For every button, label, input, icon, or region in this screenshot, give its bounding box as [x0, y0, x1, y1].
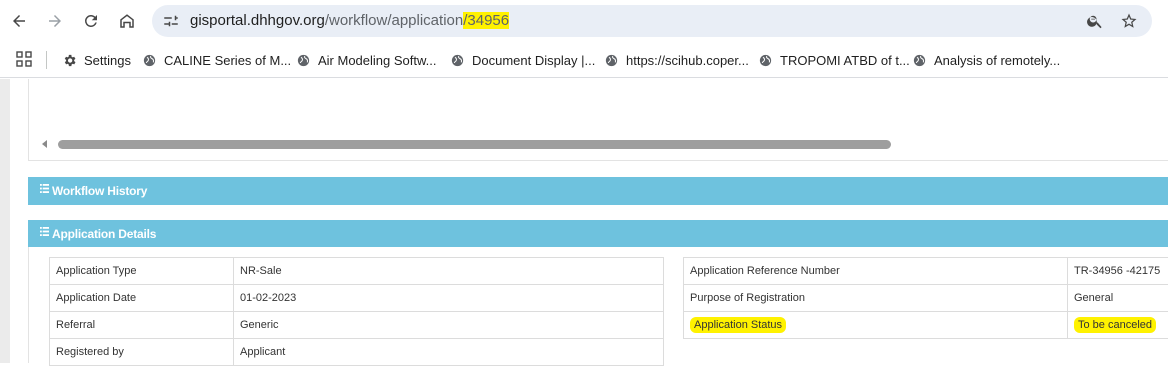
gear-icon — [62, 53, 77, 68]
bookmark-label: Analysis of remotely... — [934, 53, 1060, 68]
bookmark-document-display[interactable]: Document Display |... — [450, 51, 595, 69]
table-row: Application Status To be canceled — [684, 312, 1168, 339]
detail-value: General — [1068, 285, 1168, 312]
back-button[interactable] — [6, 8, 32, 34]
bookmark-label: Air Modeling Softw... — [318, 53, 437, 68]
reload-icon — [82, 12, 100, 30]
globe-icon — [604, 53, 619, 68]
globe-icon — [758, 53, 773, 68]
bookmark-label: Document Display |... — [472, 53, 595, 68]
section-title: Application Details — [52, 227, 156, 241]
bookmarks-separator — [46, 51, 47, 69]
bookmarks-bar: Settings CALINE Series of M... Air Model… — [0, 42, 1168, 78]
forward-button[interactable] — [42, 8, 68, 34]
detail-value: Generic — [234, 312, 664, 339]
left-gutter — [0, 79, 10, 363]
section-title: Workflow History — [52, 184, 147, 198]
detail-value: 01-02-2023 — [234, 285, 664, 312]
globe-icon — [296, 53, 311, 68]
bookmark-label: TROPOMI ATBD of t... — [780, 53, 910, 68]
site-settings-icon[interactable] — [162, 12, 180, 30]
bookmark-caline[interactable]: CALINE Series of M... — [142, 51, 291, 69]
address-bar[interactable]: gisportal.dhhgov.org/workflow/applicatio… — [152, 5, 1152, 37]
table-row: Referral Generic — [50, 312, 664, 339]
horizontal-scrollbar[interactable] — [38, 138, 1168, 152]
table-row: Application Reference Number TR-34956 -4… — [684, 258, 1168, 285]
bookmark-air-modeling[interactable]: Air Modeling Softw... — [296, 51, 437, 69]
browser-toolbar: gisportal.dhhgov.org/workflow/applicatio… — [0, 0, 1168, 42]
globe-icon — [912, 53, 927, 68]
arrow-left-icon — [10, 12, 28, 30]
bookmark-analysis[interactable]: Analysis of remotely... — [912, 51, 1060, 69]
details-table-left: Application Type NR-Sale Application Dat… — [49, 257, 664, 366]
application-details-body: Application Type NR-Sale Application Dat… — [28, 247, 1168, 363]
table-row: Application Type NR-Sale — [50, 258, 664, 285]
globe-icon — [142, 53, 157, 68]
detail-label: Application Type — [50, 258, 234, 285]
detail-label: Application Reference Number — [684, 258, 1068, 285]
zoom-icon[interactable] — [1086, 12, 1104, 30]
bookmark-label: Settings — [84, 53, 131, 68]
star-icon[interactable] — [1120, 12, 1138, 30]
detail-label-cell: Application Status — [684, 312, 1068, 339]
globe-icon — [450, 53, 465, 68]
detail-label: Referral — [50, 312, 234, 339]
scroll-left-icon[interactable] — [42, 140, 47, 148]
url-host: gisportal.dhhgov.org — [190, 12, 325, 29]
reload-button[interactable] — [78, 8, 104, 34]
bookmark-tropomi[interactable]: TROPOMI ATBD of t... — [758, 51, 910, 69]
detail-label: Registered by — [50, 339, 234, 366]
list-icon — [40, 184, 49, 193]
detail-value: TR-34956 -42175 — [1068, 258, 1168, 285]
table-row: Registered by Applicant — [50, 339, 664, 366]
detail-value-cell: To be canceled — [1068, 312, 1168, 339]
details-table-right: Application Reference Number TR-34956 -4… — [683, 257, 1168, 339]
bookmark-label: CALINE Series of M... — [164, 53, 291, 68]
bookmark-label: https://scihub.coper... — [626, 53, 749, 68]
bookmark-scihub[interactable]: https://scihub.coper... — [604, 51, 749, 69]
detail-label: Application Date — [50, 285, 234, 312]
url-id-highlighted: /34956 — [463, 12, 509, 29]
detail-value: NR-Sale — [234, 258, 664, 285]
home-button[interactable] — [114, 8, 140, 34]
table-row: Purpose of Registration General — [684, 285, 1168, 312]
application-status-label: Application Status — [690, 317, 786, 333]
bookmark-settings[interactable]: Settings — [62, 51, 131, 69]
table-row: Application Date 01-02-2023 — [50, 285, 664, 312]
url-path: /workflow/application — [325, 12, 463, 29]
detail-value: Applicant — [234, 339, 664, 366]
application-status-value: To be canceled — [1074, 317, 1156, 333]
detail-label: Purpose of Registration — [684, 285, 1068, 312]
page-content: Workflow History Application Details App… — [0, 79, 1168, 363]
application-details-header[interactable]: Application Details — [28, 220, 1168, 248]
apps-grid-icon[interactable] — [16, 51, 32, 67]
url-text[interactable]: gisportal.dhhgov.org/workflow/applicatio… — [190, 12, 509, 30]
list-icon — [40, 227, 49, 236]
home-icon — [118, 12, 136, 30]
arrow-right-icon — [46, 12, 64, 30]
workflow-history-header[interactable]: Workflow History — [28, 177, 1168, 205]
scrollbar-thumb[interactable] — [58, 140, 891, 149]
